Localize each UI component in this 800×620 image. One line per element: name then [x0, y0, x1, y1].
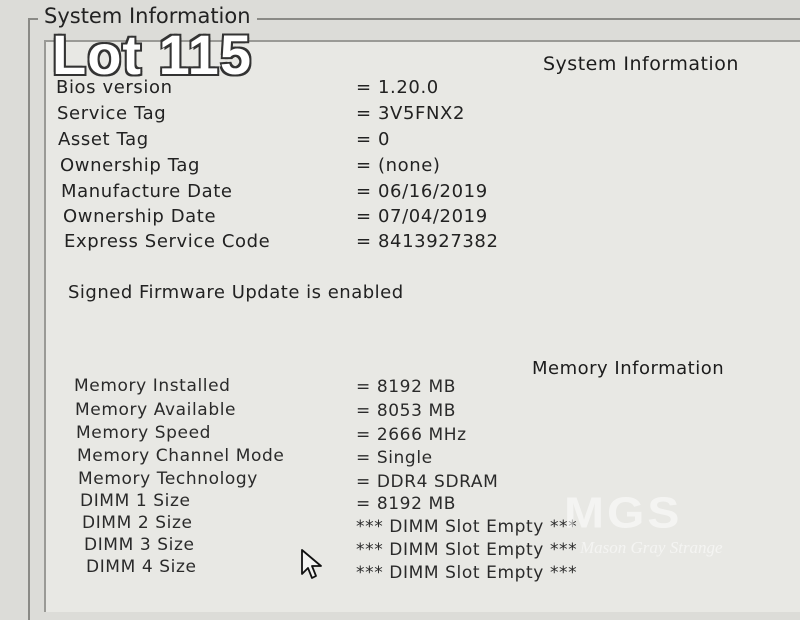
row-label-memory-installed: Memory Installed	[74, 376, 231, 396]
row-value-memory-channel-mode: = Single	[356, 448, 433, 468]
row-label-ownership-date: Ownership Date	[63, 206, 217, 227]
row-label-service-tag: Service Tag	[57, 103, 167, 124]
row-label-dimm-3-size: DIMM 3 Size	[84, 535, 195, 555]
row-value-dimm-1-size: = 8192 MB	[356, 494, 457, 514]
watermark-caption: Mason Gray Strange	[580, 538, 723, 557]
row-value-memory-available: = 8053 MB	[356, 401, 457, 421]
row-value-bios-version: = 1.20.0	[356, 77, 439, 98]
row-value-manufacture-date: = 06/16/2019	[356, 181, 488, 202]
row-label-memory-speed: Memory Speed	[76, 423, 212, 443]
row-value-ownership-tag: = (none)	[356, 155, 441, 176]
row-label-dimm-1-size: DIMM 1 Size	[80, 491, 191, 511]
lot-number-overlay: Lot 115	[52, 23, 252, 86]
row-label-memory-channel-mode: Memory Channel Mode	[77, 446, 285, 466]
row-value-dimm-4-size: *** DIMM Slot Empty ***	[356, 563, 578, 583]
row-label-dimm-4-size: DIMM 4 Size	[86, 557, 197, 577]
row-value-express-service-code: = 8413927382	[356, 231, 499, 252]
row-value-dimm-2-size: *** DIMM Slot Empty ***	[356, 517, 578, 537]
row-value-asset-tag: = 0	[356, 129, 391, 150]
signed-firmware-status: Signed Firmware Update is enabled	[68, 282, 404, 303]
row-value-ownership-date: = 07/04/2019	[356, 206, 488, 227]
row-label-dimm-2-size: DIMM 2 Size	[82, 513, 193, 533]
row-label-asset-tag: Asset Tag	[58, 129, 149, 150]
row-label-memory-available: Memory Available	[75, 400, 237, 420]
row-label-memory-technology: Memory Technology	[78, 469, 258, 489]
row-value-memory-technology: = DDR4 SDRAM	[356, 472, 499, 492]
row-value-memory-speed: = 2666 MHz	[356, 425, 467, 445]
system-info-heading: System Information	[543, 53, 739, 75]
memory-info-heading: Memory Information	[532, 358, 725, 379]
row-label-ownership-tag: Ownership Tag	[60, 155, 200, 176]
row-value-dimm-3-size: *** DIMM Slot Empty ***	[356, 540, 578, 560]
row-label-manufacture-date: Manufacture Date	[61, 181, 233, 202]
mgs-watermark: MGS Mason Gray Strange	[560, 486, 760, 566]
row-value-memory-installed: = 8192 MB	[356, 377, 457, 397]
row-label-express-service-code: Express Service Code	[64, 231, 271, 252]
row-value-service-tag: = 3V5FNX2	[356, 103, 466, 124]
mouse-pointer-icon	[300, 548, 326, 580]
watermark-logo: MGS	[564, 489, 683, 538]
